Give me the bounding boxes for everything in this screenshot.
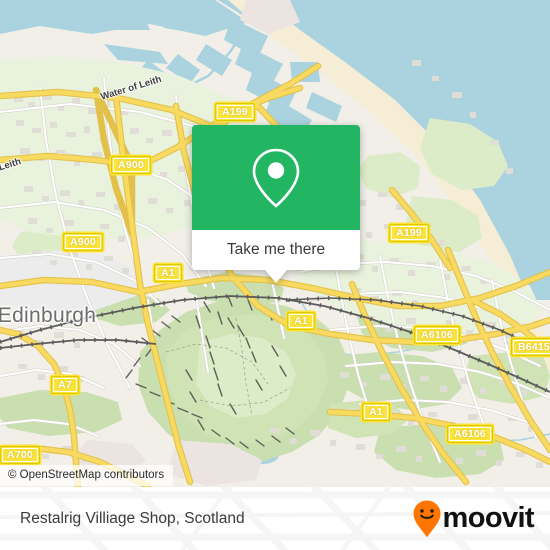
road-shield-label: A7 — [53, 378, 77, 392]
place-title: Restalrig Villiage Shop, Scotland — [20, 509, 245, 527]
osm-attribution[interactable]: © OpenStreetMap contributors — [0, 465, 174, 486]
popup-icon-area — [192, 125, 360, 230]
road-shield: A6106 — [414, 326, 460, 344]
road-shield-label: A199 — [391, 226, 427, 240]
popup-action-area[interactable]: Take me there — [192, 230, 360, 270]
road-shield: A199 — [389, 224, 429, 242]
road-shield: A1 — [154, 264, 182, 282]
osm-attribution-text: © OpenStreetMap contributors — [8, 469, 165, 481]
city-label: Edinburgh — [0, 304, 97, 327]
road-shield: A1 — [362, 403, 390, 421]
road-shield-label: A700 — [2, 448, 38, 462]
road-shield: A6106 — [447, 425, 493, 443]
road-shield-label: A900 — [113, 158, 149, 172]
popup-tail — [265, 270, 287, 283]
road-shield: A900 — [111, 156, 151, 174]
water-label: of Leith — [0, 156, 23, 177]
road-shield: A199 — [215, 103, 255, 121]
road-shield-label: A6106 — [416, 328, 458, 342]
water-label: Water of Leith — [99, 73, 163, 103]
location-pin-icon — [252, 148, 300, 208]
road-shield-label: A900 — [65, 235, 101, 249]
map-page: Edinburgh Water of Leith of Leith A199 A900 A… — [0, 0, 550, 550]
road-shield: A7 — [51, 376, 79, 394]
take-me-there-label: Take me there — [226, 241, 326, 258]
road-shield-label: A6106 — [449, 427, 491, 441]
road-shield: A700 — [0, 446, 40, 464]
road-shield: A900 — [63, 233, 103, 251]
moovit-logo[interactable]: moovit — [413, 500, 535, 538]
road-shield: A1 — [287, 312, 315, 330]
footer-bar: Restalrig Villiage Shop, Scotland moovit — [0, 487, 550, 550]
road-shield-label: A1 — [289, 314, 313, 328]
road-shield-label: B6415 — [513, 340, 550, 354]
road-shield-label: A199 — [217, 105, 253, 119]
road-shield-label: A1 — [364, 405, 388, 419]
road-shield-label: A1 — [156, 266, 180, 280]
road-shield: B6415 — [511, 338, 550, 356]
moovit-wordmark: moovit — [442, 502, 535, 534]
take-me-there-popup[interactable]: Take me there — [192, 125, 360, 283]
moovit-smiley-pin-icon — [413, 500, 441, 537]
map-canvas[interactable]: Edinburgh Water of Leith of Leith A199 A900 A… — [0, 0, 550, 487]
